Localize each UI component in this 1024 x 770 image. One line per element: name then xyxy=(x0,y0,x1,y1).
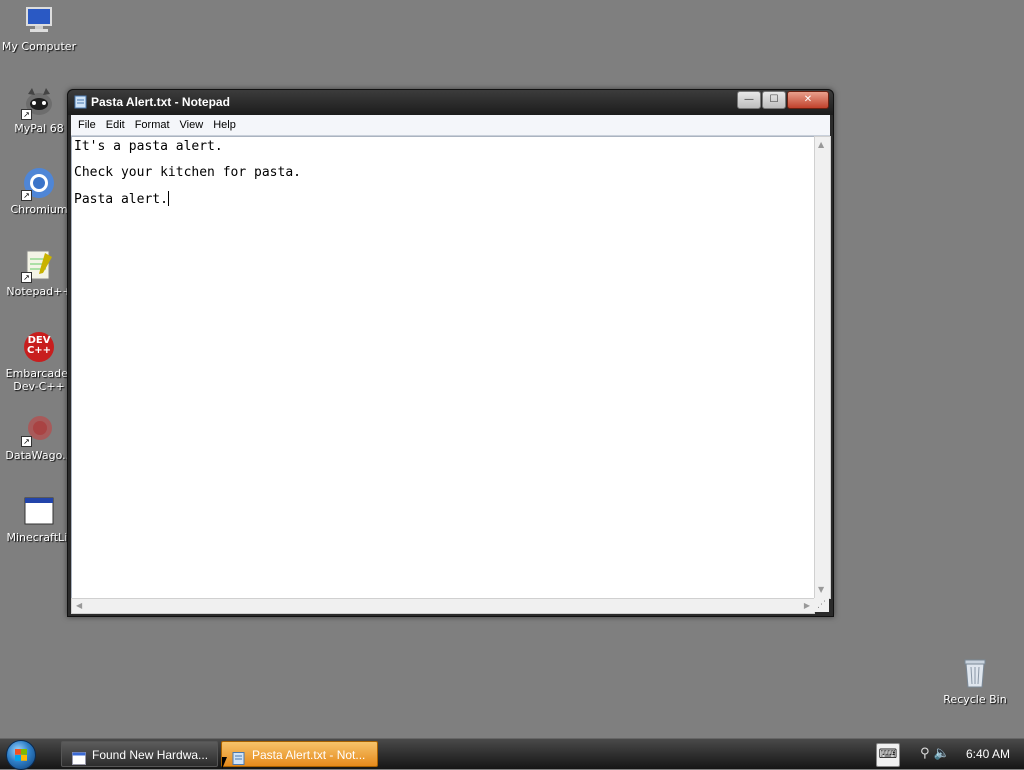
menu-view[interactable]: View xyxy=(175,115,209,135)
start-button[interactable] xyxy=(6,740,36,770)
mypal-icon: ↗ xyxy=(21,86,55,120)
menu-file[interactable]: File xyxy=(73,115,101,135)
recycle-bin-icon xyxy=(959,657,991,689)
network-icon[interactable]: ⚲ xyxy=(920,746,930,761)
menu-format[interactable]: Format xyxy=(130,115,175,135)
resize-grip-icon[interactable]: ⋰ xyxy=(814,598,829,612)
close-button[interactable]: ✕ xyxy=(787,91,829,109)
desktop-icon-label: Recycle Bin xyxy=(943,693,1007,706)
menu-bar: File Edit Format View Help xyxy=(71,115,830,136)
mouse-cursor-icon xyxy=(222,757,227,769)
desktop-icon-label: My Computer xyxy=(1,40,77,53)
text-line: It's a pasta alert. xyxy=(74,139,223,154)
horizontal-scrollbar[interactable]: ◀ ▶ xyxy=(71,598,815,614)
minimize-button[interactable]: — xyxy=(737,91,761,109)
notepad-icon xyxy=(232,748,246,765)
title-bar[interactable]: Pasta Alert.txt - Notepad — ☐ ✕ xyxy=(68,90,833,115)
tray-icons: ⚲ 🔈 xyxy=(920,746,950,761)
minecraft-icon xyxy=(23,495,55,527)
taskbar-item-found-new-hardware[interactable]: Found New Hardwa... xyxy=(61,741,218,767)
window-title: Pasta Alert.txt - Notepad xyxy=(91,95,230,109)
datawagon-icon: ↗ xyxy=(21,413,55,447)
computer-icon xyxy=(23,4,55,36)
scroll-down-icon[interactable]: ▼ xyxy=(818,585,824,595)
devcpp-badge: DEV C++ xyxy=(26,335,52,356)
notepad-icon xyxy=(74,95,88,109)
windows-logo-icon xyxy=(15,749,27,761)
notepadpp-icon: ↗ xyxy=(21,249,55,283)
taskbar: Found New Hardwa... Pasta Alert.txt - No… xyxy=(0,738,1024,770)
devcpp-icon: DEV C++ xyxy=(23,331,55,363)
chromium-icon: ↗ xyxy=(21,167,55,201)
menu-help[interactable]: Help xyxy=(208,115,241,135)
desktop-icon-my-computer[interactable]: My Computer xyxy=(0,4,78,53)
taskbar-item-notepad[interactable]: Pasta Alert.txt - Not... xyxy=(221,741,378,767)
desktop-icon-recycle-bin[interactable]: Recycle Bin xyxy=(936,657,1014,706)
vertical-scrollbar[interactable]: ▲ ▼ xyxy=(814,136,831,599)
scroll-up-icon[interactable]: ▲ xyxy=(818,140,824,150)
window-icon xyxy=(72,748,86,765)
notepad-window[interactable]: Pasta Alert.txt - Notepad — ☐ ✕ File Edit… xyxy=(67,89,834,617)
text-line: Check your kitchen for pasta. xyxy=(74,165,301,180)
maximize-button[interactable]: ☐ xyxy=(762,91,786,109)
taskbar-item-label: Found New Hardwa... xyxy=(92,748,209,762)
text-editor[interactable]: It's a pasta alert. Check your kitchen f… xyxy=(71,136,815,599)
text-line-last: Pasta alert. xyxy=(74,191,169,207)
text-caret xyxy=(167,191,169,206)
taskbar-item-label: Pasta Alert.txt - Not... xyxy=(252,748,366,762)
menu-edit[interactable]: Edit xyxy=(101,115,130,135)
keyboard-icon[interactable]: ⌨ xyxy=(876,743,900,767)
text-line: Pasta alert. xyxy=(74,192,168,207)
scroll-right-icon[interactable]: ▶ xyxy=(804,601,810,611)
clock[interactable]: 6:40 AM xyxy=(966,739,1010,769)
scroll-left-icon[interactable]: ◀ xyxy=(76,601,82,611)
volume-icon[interactable]: 🔈 xyxy=(934,746,950,761)
